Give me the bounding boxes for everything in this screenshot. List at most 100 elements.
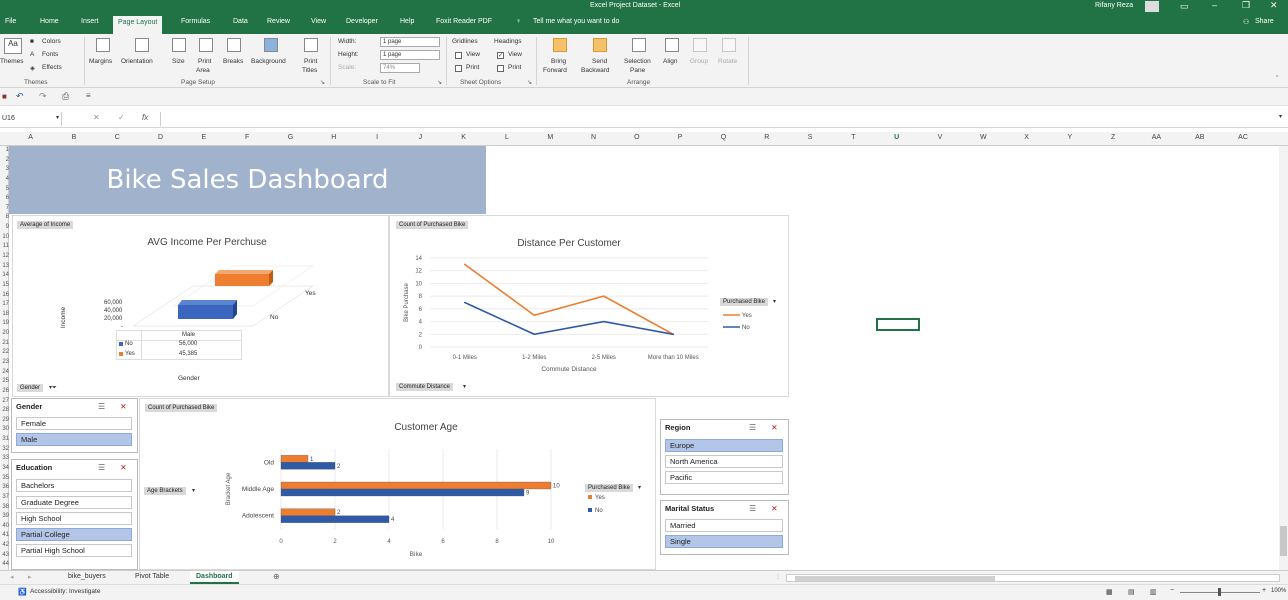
zoom-out-icon[interactable]: − [1170, 587, 1174, 594]
ribbon-display-icon[interactable]: ▭ [1180, 1, 1189, 12]
size-button[interactable]: Size [172, 58, 185, 65]
row-header-14[interactable]: 14 [0, 272, 9, 278]
tab-page-layout[interactable]: Page Layout [113, 16, 163, 34]
send-backward-label-2[interactable]: Backward [581, 67, 610, 74]
slicer-item-graduate-degree[interactable]: Graduate Degree [16, 496, 132, 509]
row-header-18[interactable]: 18 [0, 311, 9, 317]
column-header-W[interactable]: W [973, 134, 993, 141]
row-header-8[interactable]: 8 [0, 214, 9, 220]
themes-icon[interactable]: Aa [4, 38, 22, 54]
income-chart[interactable]: Average of Income AVG Income Per Perchus… [12, 215, 389, 397]
slicer-item-bachelors[interactable]: Bachelors [16, 479, 132, 492]
dialog-launcher-icon[interactable]: ↘ [437, 79, 442, 86]
selection-pane-label-2[interactable]: Pane [630, 67, 645, 74]
undo-icon[interactable]: ↶ [16, 91, 24, 102]
maximize-icon[interactable]: ❐ [1242, 0, 1250, 11]
slicer-item-europe[interactable]: Europe [665, 439, 783, 452]
themes-button[interactable]: Themes [0, 58, 23, 65]
slicer-item-married[interactable]: Married [665, 519, 783, 532]
column-header-Y[interactable]: Y [1060, 134, 1080, 141]
row-header-11[interactable]: 11 [0, 243, 9, 249]
row-header-5[interactable]: 5 [0, 186, 9, 192]
send-backward-icon[interactable] [593, 38, 607, 52]
clear-filter-icon[interactable]: ⨯ [771, 423, 778, 432]
column-header-P[interactable]: P [670, 134, 690, 141]
column-header-N[interactable]: N [584, 134, 604, 141]
tab-home[interactable]: Home [40, 18, 59, 25]
row-header-35[interactable]: 35 [0, 475, 9, 481]
row-header-6[interactable]: 6 [0, 195, 9, 201]
size-icon[interactable] [172, 38, 186, 52]
column-header-T[interactable]: T [843, 134, 863, 141]
prev-sheet-icon[interactable]: ◂ [10, 573, 14, 581]
multi-select-icon[interactable]: ☰ [749, 504, 756, 513]
slicer-item-single[interactable]: Single [665, 535, 783, 548]
distance-chart[interactable]: Count of Purchased Bike Distance Per Cus… [389, 215, 789, 397]
print-area-label-2[interactable]: Area [196, 67, 210, 74]
row-header-1[interactable]: 1 [0, 147, 9, 153]
chevron-down-icon[interactable]: ▾ [56, 114, 59, 121]
row-header-36[interactable]: 36 [0, 484, 9, 490]
formula-input[interactable] [160, 112, 1278, 126]
print-titles-icon[interactable] [304, 38, 318, 52]
tab-view[interactable]: View [311, 18, 326, 25]
tab-formulas[interactable]: Formulas [181, 18, 210, 25]
clear-filter-icon[interactable]: ⨯ [771, 504, 778, 513]
column-header-L[interactable]: L [497, 134, 517, 141]
purchased-bike-legend-button[interactable]: Purchased Bike [585, 484, 634, 492]
zoom-in-icon[interactable]: + [1262, 587, 1266, 594]
column-header-V[interactable]: V [930, 134, 950, 141]
row-header-3[interactable]: 3 [0, 166, 9, 172]
save-icon[interactable]: ■ [2, 92, 7, 101]
background-button[interactable]: Background [251, 58, 286, 65]
row-header-9[interactable]: 9 [0, 224, 9, 230]
tab-foxit[interactable]: Foxit Reader PDF [436, 18, 492, 25]
row-header-26[interactable]: 26 [0, 388, 9, 394]
minimize-icon[interactable]: – [1212, 0, 1217, 10]
chevron-down-icon[interactable]: ▾ [773, 298, 776, 305]
margins-icon[interactable] [96, 38, 110, 52]
chevron-down-icon[interactable]: ▾ [463, 383, 466, 390]
gender-slicer[interactable]: Gender ☰ ⨯ Female Male [11, 398, 138, 453]
scrollbar-thumb[interactable] [1280, 526, 1287, 556]
user-name[interactable]: Rifany Reza [1095, 2, 1133, 9]
row-header-20[interactable]: 20 [0, 330, 9, 336]
clear-filter-icon[interactable]: ⨯ [120, 463, 127, 472]
width-select[interactable]: 1 page [380, 37, 440, 47]
column-header-M[interactable]: M [540, 134, 560, 141]
bring-forward-label-2[interactable]: Forward [543, 67, 567, 74]
zoom-slider-thumb[interactable] [1218, 588, 1221, 596]
row-header-31[interactable]: 31 [0, 436, 9, 442]
headings-print-checkbox[interactable] [497, 65, 504, 72]
row-header-19[interactable]: 19 [0, 320, 9, 326]
slicer-item-north-america[interactable]: North America [665, 455, 783, 468]
page-layout-view-icon[interactable]: ▤ [1128, 588, 1135, 596]
row-header-16[interactable]: 16 [0, 292, 9, 298]
slicer-item-female[interactable]: Female [16, 417, 132, 430]
region-slicer[interactable]: Region ☰ ⨯ Europe North America Pacific [660, 419, 789, 495]
gender-field-button[interactable]: Gender [17, 384, 44, 392]
slicer-item-partial-high-school[interactable]: Partial High School [16, 544, 132, 557]
row-header-42[interactable]: 42 [0, 542, 9, 548]
colors-button[interactable]: Colors [42, 38, 61, 45]
dialog-launcher-icon[interactable]: ↘ [320, 79, 325, 86]
sheet-tab-pivot-table[interactable]: Pivot Table [135, 573, 169, 580]
row-header-29[interactable]: 29 [0, 417, 9, 423]
multi-select-icon[interactable]: ☰ [749, 423, 756, 432]
column-header-D[interactable]: D [151, 134, 171, 141]
row-header-33[interactable]: 33 [0, 455, 9, 461]
scale-input[interactable]: 74% [380, 63, 420, 73]
close-icon[interactable]: ✕ [1270, 0, 1278, 11]
chevron-down-icon[interactable]: ▾ [192, 487, 195, 494]
margins-button[interactable]: Margins [89, 58, 112, 65]
tab-file[interactable]: File [5, 18, 16, 25]
slicer-item-pacific[interactable]: Pacific [665, 471, 783, 484]
column-header-O[interactable]: O [627, 134, 647, 141]
slicer-item-male[interactable]: Male [16, 433, 132, 446]
row-header-34[interactable]: 34 [0, 465, 9, 471]
multi-select-icon[interactable]: ☰ [98, 463, 105, 472]
column-header-X[interactable]: X [1017, 134, 1037, 141]
print-titles-label-1[interactable]: Print [304, 58, 317, 65]
row-header-27[interactable]: 27 [0, 398, 9, 404]
row-header-43[interactable]: 43 [0, 552, 9, 558]
